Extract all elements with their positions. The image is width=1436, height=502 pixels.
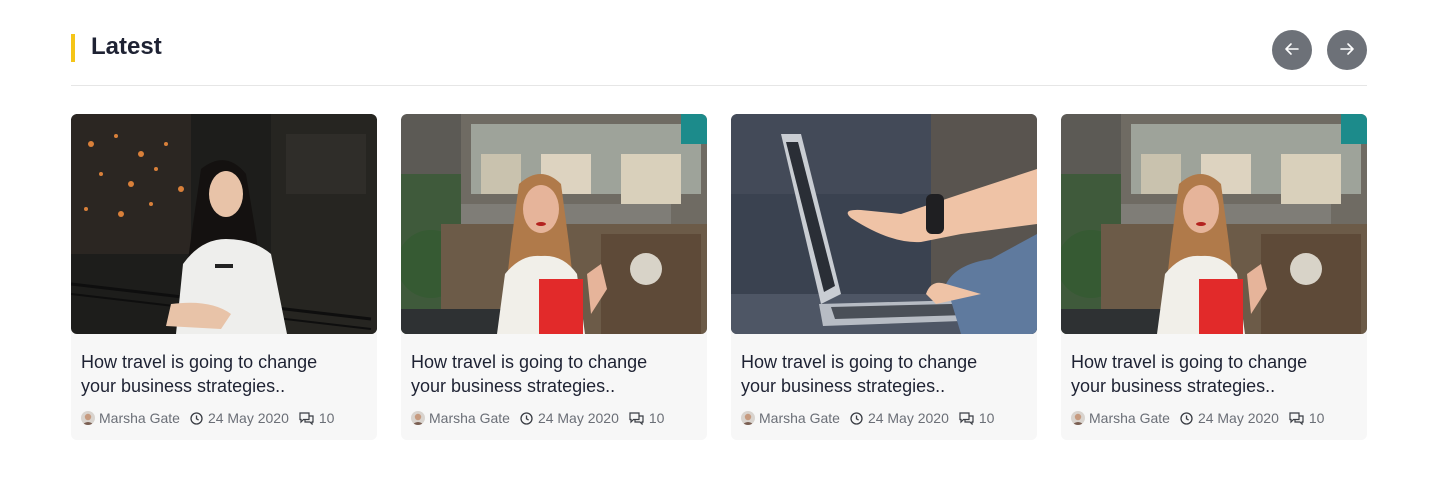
post-title[interactable]: How travel is going to change your busin…	[411, 350, 701, 398]
comment-count[interactable]: 10	[979, 410, 995, 426]
section-title: Latest	[91, 33, 162, 60]
clock-icon	[520, 411, 533, 425]
post-meta: Marsha Gate 24 May 2020 10	[411, 408, 664, 428]
latest-section: Latest How travel is going to change you…	[71, 28, 1367, 440]
post-title-line: your business strategies..	[411, 376, 616, 396]
post-meta: Marsha Gate 24 May 2020 10	[741, 408, 994, 428]
comments-icon	[299, 411, 314, 425]
post-title[interactable]: How travel is going to change your busin…	[1071, 350, 1361, 398]
comments-icon	[959, 411, 974, 425]
author-avatar	[741, 411, 755, 425]
carousel-prev-button[interactable]	[1272, 30, 1312, 70]
post-card[interactable]: How travel is going to change your busin…	[71, 114, 377, 440]
author-avatar	[411, 411, 425, 425]
post-title[interactable]: How travel is going to change your busin…	[81, 350, 371, 398]
post-title-line: How travel is going to change	[1071, 352, 1308, 372]
arrow-left-icon	[1283, 40, 1301, 61]
post-title-line: your business strategies..	[1071, 376, 1276, 396]
post-meta: Marsha Gate 24 May 2020 10	[1071, 408, 1324, 428]
clock-icon	[190, 411, 203, 425]
clock-icon	[1180, 411, 1193, 425]
post-card[interactable]: How travel is going to change your busin…	[1061, 114, 1367, 440]
comments-icon	[629, 411, 644, 425]
post-date: 24 May 2020	[1197, 410, 1279, 426]
post-image[interactable]	[1061, 114, 1367, 334]
post-title-line: How travel is going to change	[741, 352, 978, 372]
arrow-right-icon	[1338, 40, 1356, 61]
title-accent-bar	[71, 34, 75, 62]
post-image[interactable]	[731, 114, 1037, 334]
comments-icon	[1289, 411, 1304, 425]
comment-count[interactable]: 10	[1309, 410, 1325, 426]
author-avatar	[81, 411, 95, 425]
carousel-next-button[interactable]	[1327, 30, 1367, 70]
post-date: 24 May 2020	[537, 410, 619, 426]
author-name[interactable]: Marsha Gate	[759, 410, 840, 426]
author-avatar	[1071, 411, 1085, 425]
post-meta: Marsha Gate 24 May 2020 10	[81, 408, 334, 428]
post-image[interactable]	[71, 114, 377, 334]
post-card[interactable]: How travel is going to change your busin…	[401, 114, 707, 440]
author-name[interactable]: Marsha Gate	[99, 410, 180, 426]
post-date: 24 May 2020	[207, 410, 289, 426]
post-date: 24 May 2020	[867, 410, 949, 426]
post-title-line: How travel is going to change	[411, 352, 648, 372]
section-header: Latest	[71, 28, 1367, 86]
post-title-line: your business strategies..	[741, 376, 946, 396]
post-carousel: How travel is going to change your busin…	[71, 114, 1367, 440]
author-name[interactable]: Marsha Gate	[1089, 410, 1170, 426]
post-title[interactable]: How travel is going to change your busin…	[741, 350, 1031, 398]
post-title-line: How travel is going to change	[81, 352, 318, 372]
comment-count[interactable]: 10	[649, 410, 665, 426]
post-card[interactable]: How travel is going to change your busin…	[731, 114, 1037, 440]
clock-icon	[850, 411, 863, 425]
author-name[interactable]: Marsha Gate	[429, 410, 510, 426]
post-title-line: your business strategies..	[81, 376, 286, 396]
post-image[interactable]	[401, 114, 707, 334]
comment-count[interactable]: 10	[319, 410, 335, 426]
